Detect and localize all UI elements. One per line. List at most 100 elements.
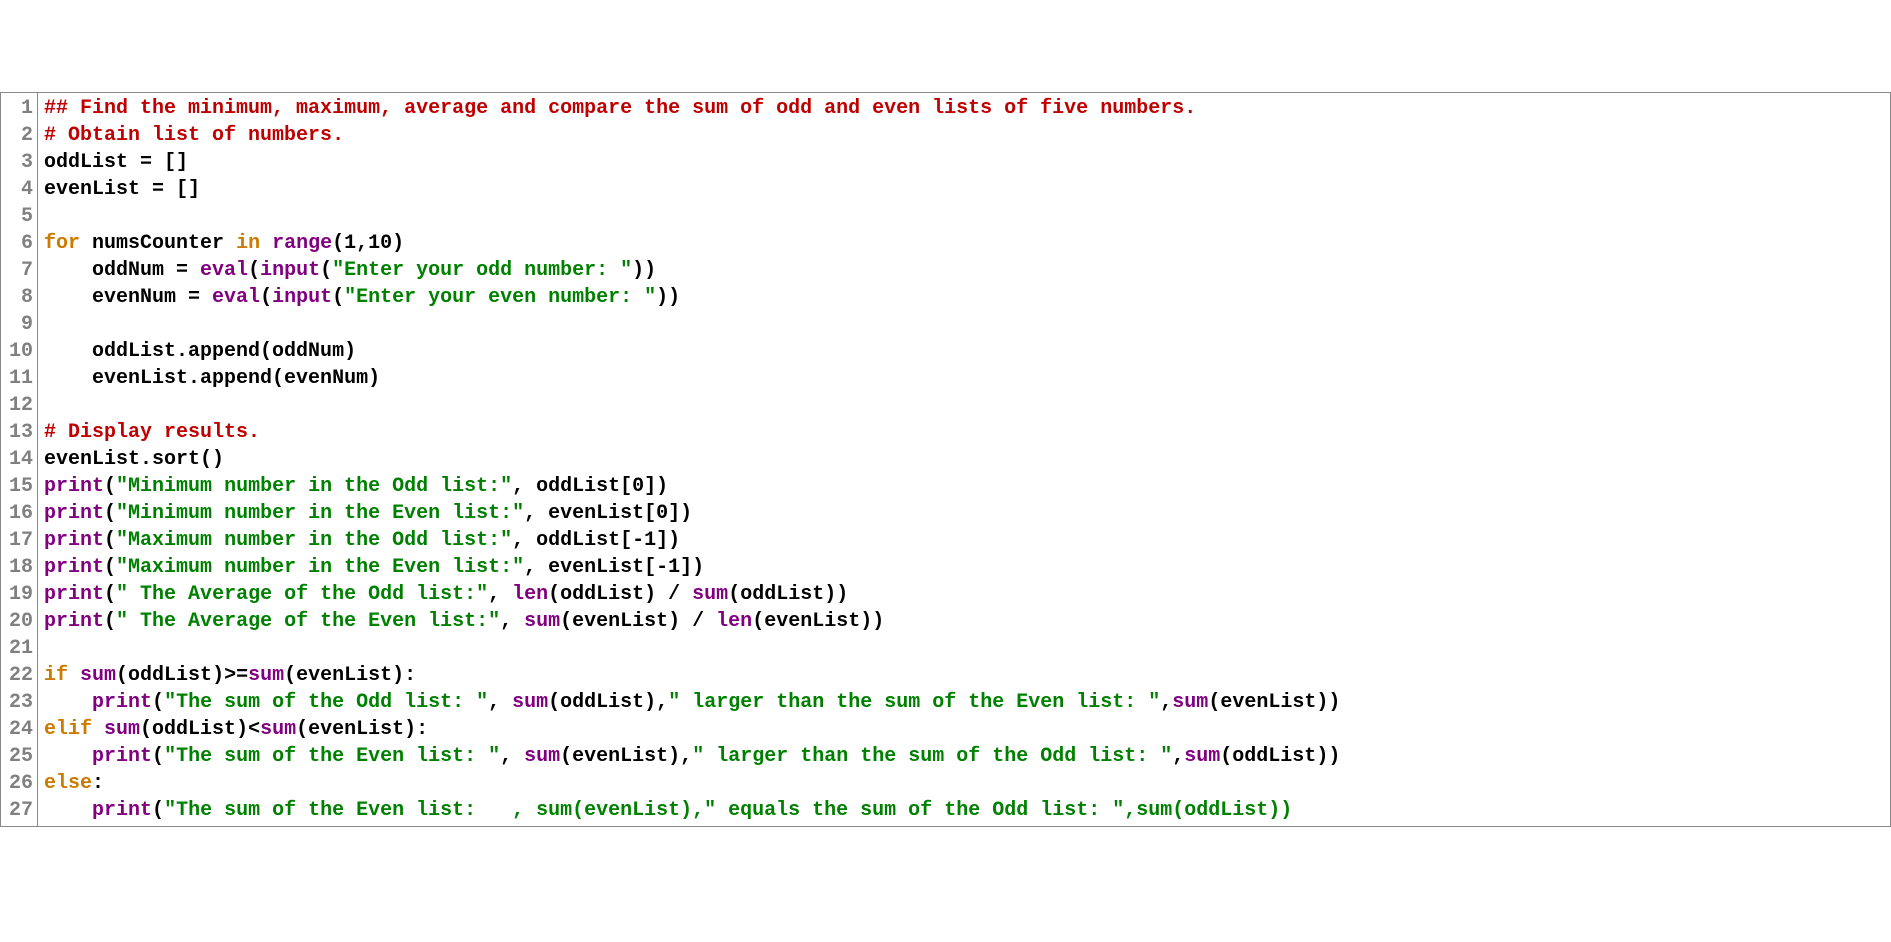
token-builtin: print bbox=[44, 502, 104, 525]
token-builtin: len bbox=[512, 583, 548, 606]
line-number: 10 bbox=[9, 338, 33, 365]
code-line[interactable]: # Obtain list of numbers. bbox=[44, 122, 1884, 149]
line-number: 3 bbox=[9, 149, 33, 176]
token-builtin: print bbox=[92, 799, 152, 822]
line-number: 16 bbox=[9, 500, 33, 527]
code-line[interactable]: if sum(oddList)>=sum(evenList): bbox=[44, 662, 1884, 689]
line-number: 20 bbox=[9, 608, 33, 635]
code-line[interactable]: oddNum = eval(input("Enter your odd numb… bbox=[44, 257, 1884, 284]
token-txt: (oddList)>= bbox=[116, 664, 248, 687]
code-line[interactable]: print("Maximum number in the Odd list:",… bbox=[44, 527, 1884, 554]
token-builtin: print bbox=[44, 610, 104, 633]
line-number: 7 bbox=[9, 257, 33, 284]
token-str: " larger than the sum of the Odd list: " bbox=[692, 745, 1172, 768]
token-txt: evenNum = bbox=[44, 286, 212, 309]
token-builtin: print bbox=[92, 745, 152, 768]
token-txt: (evenList)) bbox=[752, 610, 884, 633]
code-line[interactable] bbox=[44, 311, 1884, 338]
token-txt: (evenList)) bbox=[1208, 691, 1340, 714]
code-line[interactable]: for numsCounter in range(1,10) bbox=[44, 230, 1884, 257]
code-line[interactable]: evenList.sort() bbox=[44, 446, 1884, 473]
code-line[interactable] bbox=[44, 203, 1884, 230]
token-txt: )) bbox=[632, 259, 656, 282]
code-line[interactable]: oddList = [] bbox=[44, 149, 1884, 176]
code-line[interactable]: print("Minimum number in the Odd list:",… bbox=[44, 473, 1884, 500]
line-number: 4 bbox=[9, 176, 33, 203]
token-builtin: sum bbox=[80, 664, 116, 687]
token-txt: (oddList)) bbox=[728, 583, 848, 606]
token-txt: ( bbox=[152, 745, 164, 768]
code-line[interactable] bbox=[44, 635, 1884, 662]
token-builtin: sum bbox=[248, 664, 284, 687]
token-txt: evenList.append(evenNum) bbox=[44, 367, 380, 390]
token-kw: else bbox=[44, 772, 92, 795]
token-txt: (evenList) / bbox=[560, 610, 716, 633]
line-number: 17 bbox=[9, 527, 33, 554]
line-number: 6 bbox=[9, 230, 33, 257]
token-txt: ( bbox=[320, 259, 332, 282]
code-line[interactable]: else: bbox=[44, 770, 1884, 797]
token-builtin: eval bbox=[200, 259, 248, 282]
code-line[interactable]: print("The sum of the Even list: ", sum(… bbox=[44, 743, 1884, 770]
line-number: 13 bbox=[9, 419, 33, 446]
token-txt: (oddList) / bbox=[548, 583, 692, 606]
token-str: " The Average of the Even list:" bbox=[116, 610, 500, 633]
token-txt: oddList.append(oddNum) bbox=[44, 340, 356, 363]
line-number: 8 bbox=[9, 284, 33, 311]
code-line[interactable]: print("Minimum number in the Even list:"… bbox=[44, 500, 1884, 527]
token-txt: ( bbox=[248, 259, 260, 282]
line-number: 24 bbox=[9, 716, 33, 743]
token-txt: ( bbox=[104, 502, 116, 525]
line-number: 21 bbox=[9, 635, 33, 662]
token-txt: evenList = [] bbox=[44, 178, 200, 201]
token-str: "Enter your even number: " bbox=[344, 286, 656, 309]
line-number: 25 bbox=[9, 743, 33, 770]
token-txt bbox=[44, 691, 92, 714]
token-txt: ( bbox=[332, 286, 344, 309]
code-line[interactable]: evenNum = eval(input("Enter your even nu… bbox=[44, 284, 1884, 311]
token-str: "The sum of the Even list: , sum(evenLis… bbox=[164, 799, 1292, 822]
code-line[interactable]: ## Find the minimum, maximum, average an… bbox=[44, 95, 1884, 122]
code-line[interactable]: # Display results. bbox=[44, 419, 1884, 446]
token-builtin: eval bbox=[212, 286, 260, 309]
token-txt: )) bbox=[656, 286, 680, 309]
token-txt: , oddList[-1]) bbox=[512, 529, 680, 552]
line-number: 5 bbox=[9, 203, 33, 230]
line-number: 15 bbox=[9, 473, 33, 500]
token-txt: , oddList[0]) bbox=[512, 475, 668, 498]
code-line[interactable]: print("Maximum number in the Even list:"… bbox=[44, 554, 1884, 581]
code-line[interactable]: oddList.append(oddNum) bbox=[44, 338, 1884, 365]
token-builtin: print bbox=[44, 556, 104, 579]
token-builtin: print bbox=[44, 583, 104, 606]
token-str: "The sum of the Even list: " bbox=[164, 745, 500, 768]
token-txt: , evenList[-1]) bbox=[524, 556, 704, 579]
code-line[interactable]: print("The sum of the Even list: , sum(e… bbox=[44, 797, 1884, 824]
token-txt: , bbox=[1172, 745, 1184, 768]
token-txt: oddNum = bbox=[44, 259, 200, 282]
code-line[interactable]: elif sum(oddList)<sum(evenList): bbox=[44, 716, 1884, 743]
code-line[interactable]: print(" The Average of the Even list:", … bbox=[44, 608, 1884, 635]
line-number: 27 bbox=[9, 797, 33, 824]
token-txt: ( bbox=[152, 691, 164, 714]
token-txt: ( bbox=[104, 556, 116, 579]
token-txt: : bbox=[92, 772, 104, 795]
code-line[interactable]: print("The sum of the Odd list: ", sum(o… bbox=[44, 689, 1884, 716]
line-number: 22 bbox=[9, 662, 33, 689]
token-builtin: sum bbox=[1184, 745, 1220, 768]
token-builtin: input bbox=[272, 286, 332, 309]
token-str: "Minimum number in the Even list:" bbox=[116, 502, 524, 525]
code-line[interactable] bbox=[44, 392, 1884, 419]
code-area[interactable]: ## Find the minimum, maximum, average an… bbox=[38, 93, 1890, 826]
token-txt: (evenList): bbox=[296, 718, 428, 741]
token-builtin: sum bbox=[524, 745, 560, 768]
token-str: "Minimum number in the Odd list:" bbox=[116, 475, 512, 498]
token-txt: , evenList[0]) bbox=[524, 502, 692, 525]
token-txt: ( bbox=[104, 583, 116, 606]
code-line[interactable]: evenList = [] bbox=[44, 176, 1884, 203]
token-kw: for bbox=[44, 232, 92, 255]
code-line[interactable]: evenList.append(evenNum) bbox=[44, 365, 1884, 392]
token-txt: oddList = [] bbox=[44, 151, 188, 174]
token-txt: (evenList): bbox=[284, 664, 416, 687]
code-line[interactable]: print(" The Average of the Odd list:", l… bbox=[44, 581, 1884, 608]
code-editor[interactable]: 1234567891011121314151617181920212223242… bbox=[0, 92, 1891, 827]
